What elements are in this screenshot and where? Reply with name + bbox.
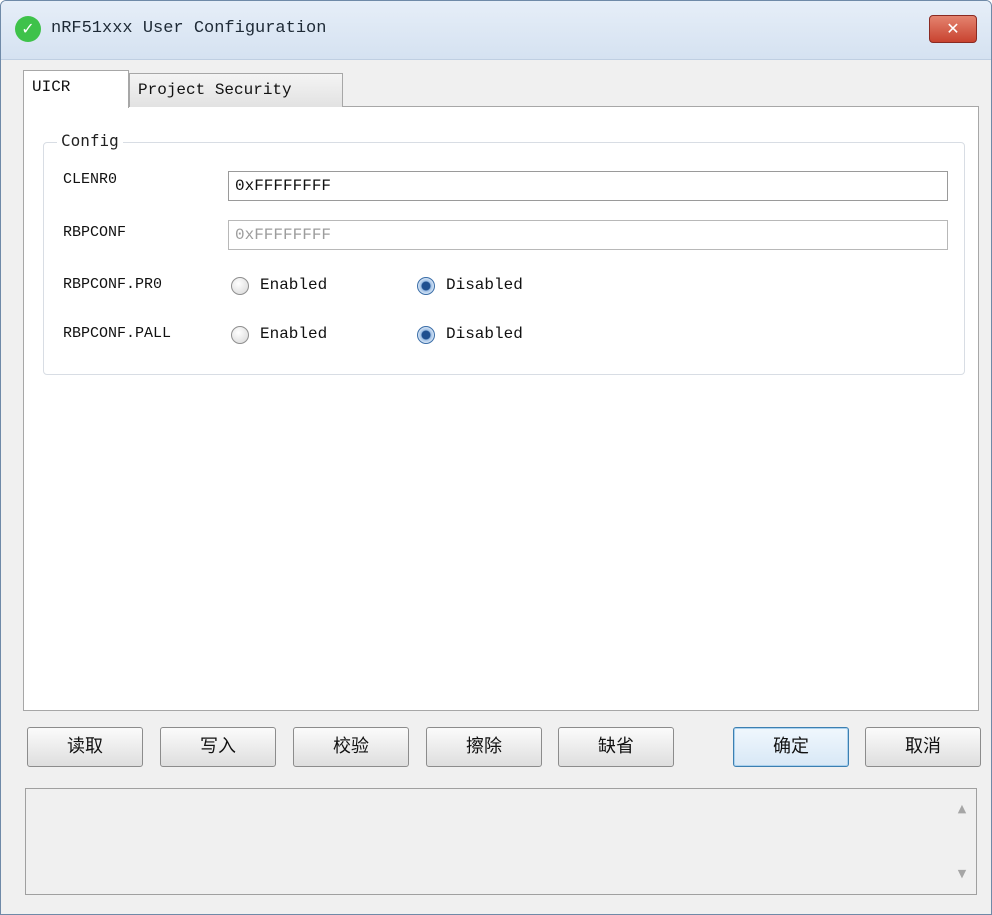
rbpconf-pr0-label: RBPCONF.PR0: [63, 276, 163, 293]
log-output[interactable]: ▲ ▼: [25, 788, 977, 895]
write-button[interactable]: 写入: [160, 727, 276, 767]
pall-enabled-radio[interactable]: [231, 326, 249, 344]
pall-disabled-label[interactable]: Disabled: [446, 325, 523, 343]
check-circle-icon: ✓: [15, 16, 41, 42]
default-button[interactable]: 缺省: [558, 727, 674, 767]
pall-disabled-radio[interactable]: [417, 326, 435, 344]
config-dialog: ✓ nRF51xxx User Configuration ✕ UICR Pro…: [0, 0, 992, 915]
scroll-up-arrow-icon[interactable]: ▲: [948, 795, 976, 823]
clenr0-label: CLENR0: [63, 171, 118, 188]
log-scrollbar[interactable]: ▲ ▼: [948, 789, 976, 894]
rbpconf-field: [228, 220, 948, 250]
erase-button[interactable]: 擦除: [426, 727, 542, 767]
verify-button[interactable]: 校验: [293, 727, 409, 767]
close-button[interactable]: ✕: [929, 15, 977, 43]
pr0-disabled-label[interactable]: Disabled: [446, 276, 523, 294]
pr0-enabled-label[interactable]: Enabled: [260, 276, 327, 294]
pall-enabled-label[interactable]: Enabled: [260, 325, 327, 343]
ok-button[interactable]: 确定: [733, 727, 849, 767]
window-title: nRF51xxx User Configuration: [51, 19, 327, 38]
rbpconf-pall-label: RBPCONF.PALL: [63, 325, 172, 342]
pr0-enabled-radio[interactable]: [231, 277, 249, 295]
config-group-title: Config: [57, 131, 123, 150]
title-bar: ✓ nRF51xxx User Configuration ✕: [1, 1, 991, 60]
scroll-down-arrow-icon[interactable]: ▼: [948, 860, 976, 888]
cancel-button[interactable]: 取消: [865, 727, 981, 767]
rbpconf-label: RBPCONF: [63, 224, 127, 241]
pr0-disabled-radio[interactable]: [417, 277, 435, 295]
clenr0-field[interactable]: [228, 171, 948, 201]
tab-uicr[interactable]: UICR: [23, 70, 129, 108]
tab-project-security[interactable]: Project Security: [129, 73, 343, 107]
read-button[interactable]: 读取: [27, 727, 143, 767]
